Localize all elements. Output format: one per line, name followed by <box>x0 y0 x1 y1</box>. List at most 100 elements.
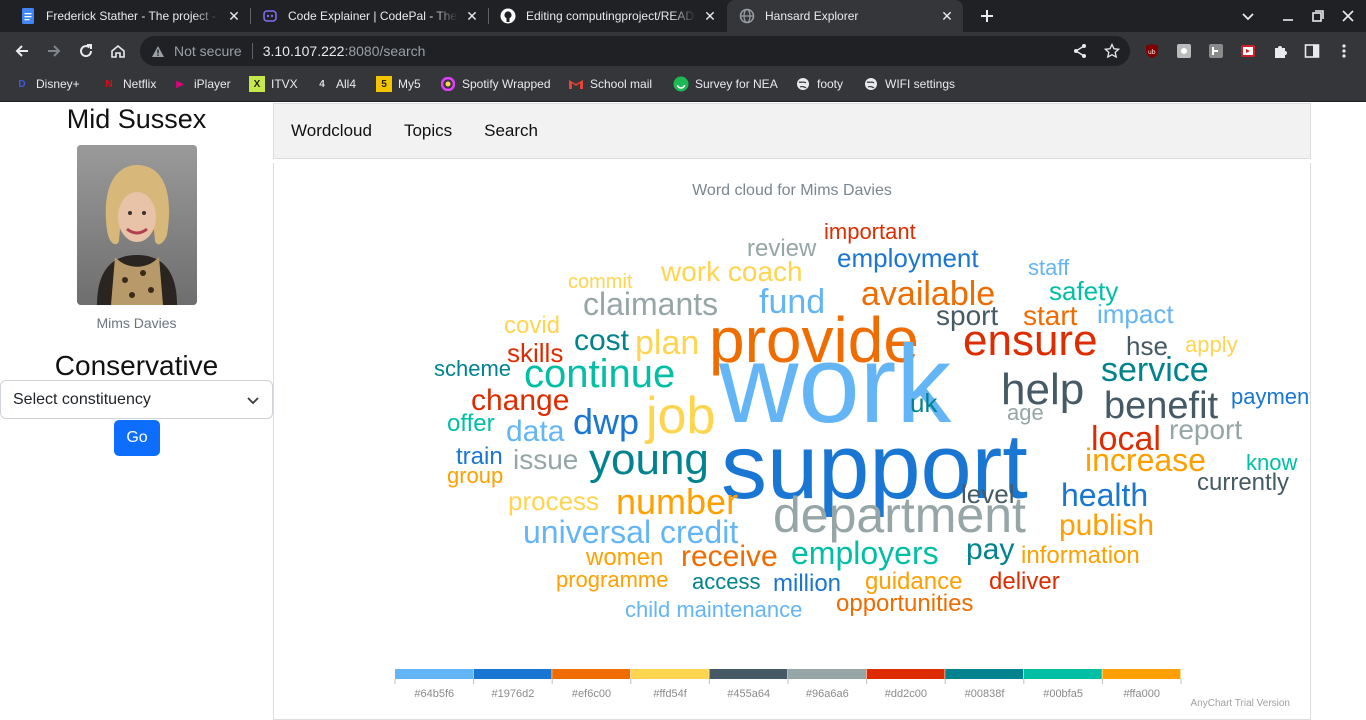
bookmark-survey-for-nea[interactable]: Survey for NEA <box>673 70 778 98</box>
close-icon[interactable]: ✕ <box>702 8 718 24</box>
bookmark-wifi-settings[interactable]: WIFI settings <box>863 70 955 98</box>
bookmark-footy[interactable]: footy <box>795 70 843 98</box>
extension-icon[interactable] <box>1204 39 1228 63</box>
warning-triangle-icon <box>150 43 166 59</box>
word-publish[interactable]: publish <box>1059 509 1154 542</box>
wordcloud-chart: reviewimportantcommit work coach employmen… <box>394 219 1310 700</box>
word-child-maintenance[interactable]: child maintenance <box>625 597 802 622</box>
forward-arrow-icon[interactable] <box>42 39 66 63</box>
close-window-icon[interactable] <box>1336 4 1360 28</box>
close-icon[interactable]: ✕ <box>464 8 480 24</box>
back-arrow-icon[interactable] <box>10 39 34 63</box>
nav-wordcloud[interactable]: Wordcloud <box>291 121 372 141</box>
share-icon[interactable] <box>1068 39 1092 63</box>
minimize-icon[interactable] <box>1276 4 1300 28</box>
globe-icon <box>863 76 879 92</box>
word-uk[interactable]: uk <box>910 388 938 418</box>
bookmarks-bar: D Disney+ N Netflix ▶ iPlayer X ITVX 4 All4 5… <box>0 70 1366 102</box>
bookmark-star-icon[interactable] <box>1100 39 1124 63</box>
nav-topics[interactable]: Topics <box>404 121 452 141</box>
legend-label: #64b5f6 <box>414 688 454 700</box>
party-heading: Conservative <box>54 350 219 381</box>
restore-icon[interactable] <box>1306 4 1330 28</box>
word-employment[interactable]: employment <box>837 243 979 273</box>
word-issue[interactable]: issue <box>513 444 578 475</box>
new-tab-plus-icon[interactable] <box>975 4 999 28</box>
survey-icon <box>673 76 689 92</box>
word-scheme[interactable]: scheme <box>434 356 511 381</box>
bookmark-school-mail[interactable]: School mail <box>568 70 652 98</box>
svg-text:ub: ub <box>1148 49 1156 56</box>
legend-label: #dd2c00 <box>885 688 927 700</box>
netflix-icon: N <box>105 78 113 90</box>
bookmark-spotify-wrapped[interactable]: Spotify Wrapped <box>440 70 551 98</box>
tab-codepal[interactable]: Code Explainer | CodePal - The U ✕ <box>250 0 488 32</box>
bookmark-iplayer[interactable]: ▶ iPlayer <box>172 70 231 98</box>
tab-strip: Frederick Stather - The project - G ✕ Co… <box>0 0 1366 32</box>
constituency-select[interactable]: Select constituency <box>0 380 273 419</box>
puzzle-icon[interactable] <box>1268 39 1292 63</box>
google-docs-icon <box>20 8 36 24</box>
word-payments[interactable]: payments <box>1231 384 1310 409</box>
ublock-icon[interactable]: ub <box>1140 39 1164 63</box>
legend-label: #00bfa5 <box>1043 688 1083 700</box>
tab-search-chevron-icon[interactable] <box>1236 4 1260 28</box>
bookmark-label: All4 <box>336 77 357 91</box>
word-group[interactable]: group <box>447 463 503 488</box>
word-million[interactable]: million <box>773 570 841 597</box>
word-employers[interactable]: employers <box>791 535 939 571</box>
address-bar[interactable]: Not secure 3.10.107.222:8080/search <box>140 36 1130 66</box>
word-impact[interactable]: impact <box>1097 299 1174 329</box>
tab-google-docs[interactable]: Frederick Stather - The project - G ✕ <box>8 0 250 32</box>
globe-icon <box>795 76 811 92</box>
spotify-wrapped-icon <box>440 76 456 92</box>
word-claimants[interactable]: claimants <box>583 286 718 322</box>
extension-icon[interactable] <box>1172 39 1196 63</box>
close-icon[interactable]: ✕ <box>939 8 955 24</box>
word-offer[interactable]: offer <box>447 410 495 437</box>
word-report[interactable]: report <box>1169 414 1242 445</box>
word-deliver[interactable]: deliver <box>989 568 1060 595</box>
word-access[interactable]: access <box>692 569 760 594</box>
word-covid[interactable]: covid <box>504 312 560 339</box>
page-content: Mid Sussex Mims Davies Conservative Sele… <box>0 103 1366 720</box>
word-increase[interactable]: increase <box>1085 442 1206 478</box>
word-ensure[interactable]: ensure <box>963 316 1098 365</box>
nav-search[interactable]: Search <box>484 121 538 141</box>
word-currently[interactable]: currently <box>1197 469 1289 496</box>
bookmark-netflix[interactable]: N Netflix <box>101 70 156 98</box>
word-information[interactable]: information <box>1021 542 1140 569</box>
go-button[interactable]: Go <box>114 420 160 456</box>
tab-title: Frederick Stather - The project - G <box>46 9 220 23</box>
tab-github[interactable]: Editing computingproject/READI ✕ <box>488 0 726 32</box>
home-icon[interactable] <box>106 39 130 63</box>
word-service[interactable]: service <box>1101 351 1209 389</box>
word-opportunities[interactable]: opportunities <box>836 590 973 617</box>
legend-swatch <box>709 669 788 679</box>
kebab-menu-icon[interactable] <box>1332 39 1356 63</box>
bookmark-disney[interactable]: D Disney+ <box>14 70 79 98</box>
bookmark-all4[interactable]: 4 All4 <box>314 70 356 98</box>
chevron-down-icon <box>246 393 260 412</box>
word-important[interactable]: important <box>824 219 916 244</box>
word-young[interactable]: young <box>589 435 709 484</box>
tab-hansard-explorer[interactable]: Hansard Explorer ✕ <box>727 0 963 32</box>
my5-icon: 5 <box>376 76 392 92</box>
side-panel-icon[interactable] <box>1300 39 1324 63</box>
reload-icon[interactable] <box>74 39 98 63</box>
url-path: :8080/search <box>344 43 426 59</box>
not-secure-label: Not secure <box>174 43 242 59</box>
select-value: Select constituency <box>13 390 151 408</box>
word-pay[interactable]: pay <box>966 533 1014 566</box>
bookmark-itvx[interactable]: X ITVX <box>249 70 298 98</box>
word-programme[interactable]: programme <box>556 567 668 592</box>
legend-swatch <box>866 669 945 679</box>
wordcloud-panel: Word cloud for Mims Davies review importa… <box>273 163 1311 720</box>
word-health[interactable]: health <box>1061 477 1148 513</box>
tab-title: Code Explainer | CodePal - The U <box>288 9 458 23</box>
word-process[interactable]: process <box>508 486 599 516</box>
bookmark-my5[interactable]: 5 My5 <box>376 70 421 98</box>
extension-icon[interactable] <box>1236 39 1260 63</box>
close-icon[interactable]: ✕ <box>226 8 242 24</box>
itvx-icon: X <box>249 76 265 92</box>
